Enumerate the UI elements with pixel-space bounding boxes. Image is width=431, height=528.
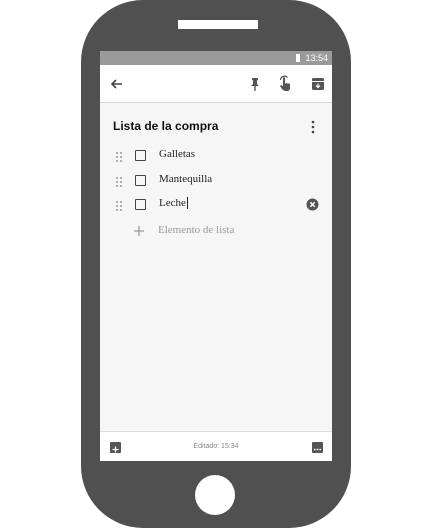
battery-icon bbox=[296, 54, 300, 62]
item-label[interactable]: Mantequilla bbox=[159, 173, 212, 185]
more-vert-icon[interactable] bbox=[308, 120, 318, 134]
bottom-bar: Editado: 15:34 bbox=[100, 431, 332, 461]
pin-icon[interactable] bbox=[246, 75, 264, 93]
item-label-text: Leche bbox=[159, 197, 186, 209]
phone-speaker bbox=[178, 20, 258, 29]
item-label[interactable]: Galletas bbox=[159, 148, 195, 160]
add-list-item[interactable]: Elemento de lista bbox=[100, 222, 332, 240]
status-time: 13:54 bbox=[305, 53, 328, 63]
home-button[interactable] bbox=[195, 475, 235, 515]
note-toolbar bbox=[100, 65, 332, 103]
note-title[interactable]: Lista de la compra bbox=[113, 119, 218, 133]
item-checkbox[interactable] bbox=[135, 150, 146, 161]
more-horiz-icon[interactable] bbox=[312, 442, 323, 453]
archive-icon[interactable] bbox=[309, 75, 327, 93]
list-item: Leche bbox=[100, 195, 332, 215]
remove-item-icon[interactable] bbox=[306, 198, 319, 211]
drag-handle-icon[interactable] bbox=[115, 150, 123, 162]
edited-timestamp: Editado: 15:34 bbox=[193, 443, 239, 450]
list-item: Mantequilla bbox=[100, 171, 332, 191]
drag-handle-icon[interactable] bbox=[115, 175, 123, 187]
status-bar: 13:54 bbox=[100, 51, 332, 65]
item-checkbox[interactable] bbox=[135, 175, 146, 186]
drag-handle-icon[interactable] bbox=[115, 199, 123, 211]
add-item-placeholder: Elemento de lista bbox=[158, 224, 235, 236]
reminder-icon[interactable] bbox=[277, 75, 295, 93]
plus-icon bbox=[133, 224, 145, 236]
text-caret bbox=[186, 197, 188, 210]
back-arrow-icon[interactable] bbox=[108, 75, 126, 93]
app-screen: 13:54 Lista de la compra Galletas Manteq… bbox=[100, 51, 332, 461]
list-item: Galletas bbox=[100, 146, 332, 166]
item-checkbox[interactable] bbox=[135, 199, 146, 210]
item-label-editing[interactable]: Leche bbox=[159, 197, 188, 210]
